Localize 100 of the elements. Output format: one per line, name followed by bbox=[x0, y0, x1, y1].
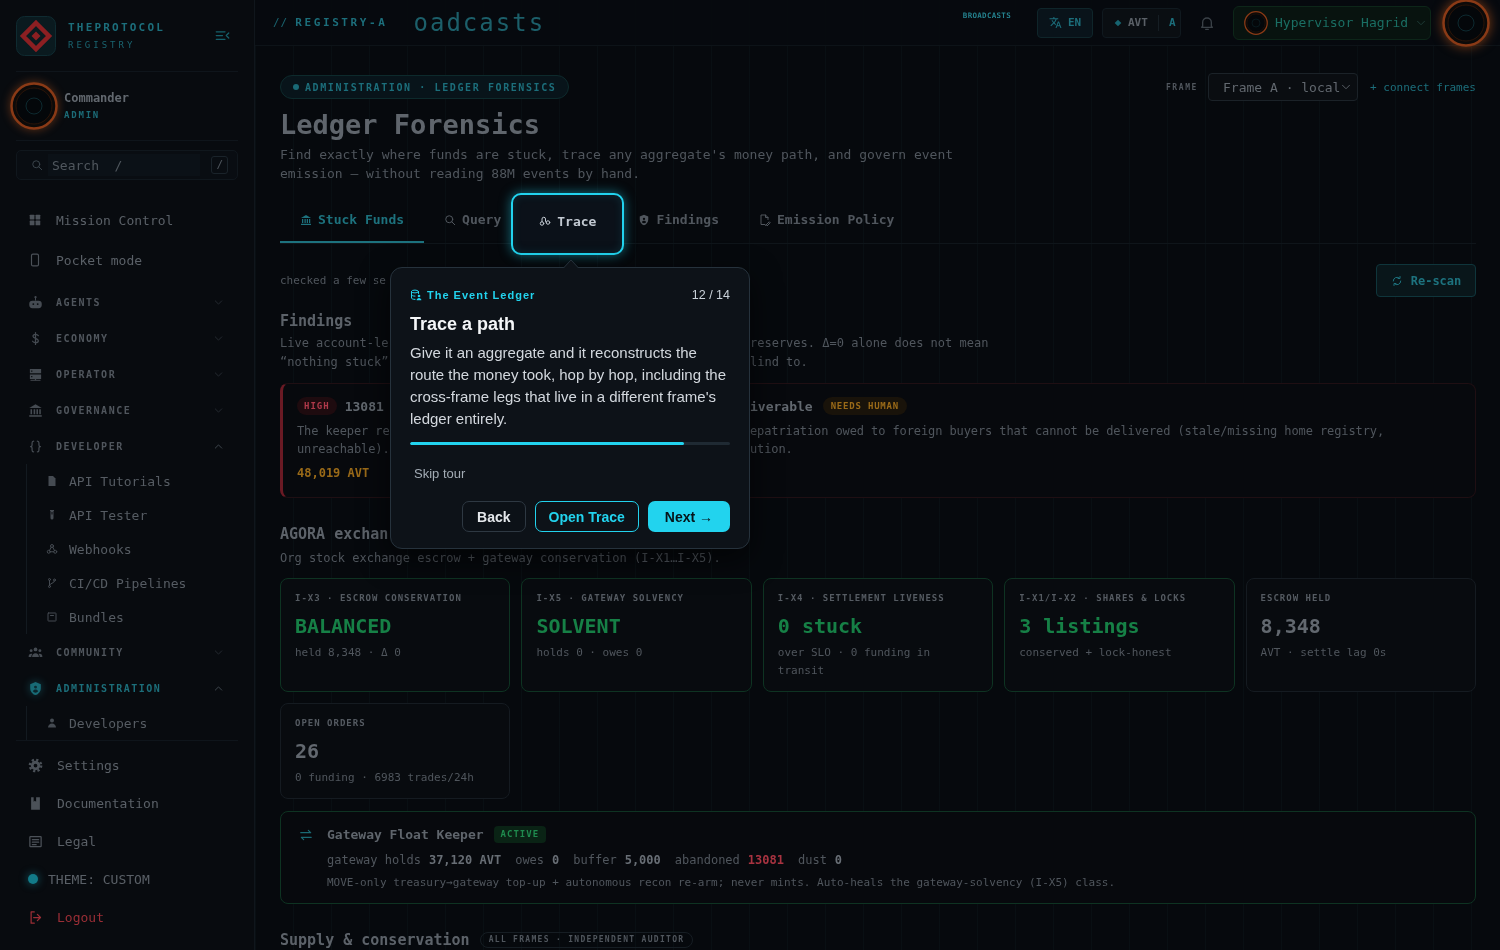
nav-item[interactable]: API Tutorials bbox=[27, 464, 238, 498]
avatar[interactable] bbox=[1442, 0, 1490, 47]
shield-icon bbox=[638, 213, 651, 226]
stat-detail: holds 0 · owes 0 bbox=[536, 645, 644, 661]
nav-item[interactable]: Bundles bbox=[27, 600, 238, 634]
nodes-icon bbox=[539, 215, 552, 227]
next-button[interactable]: Next → bbox=[647, 501, 730, 532]
nav-item[interactable]: CI/CD Pipelines bbox=[27, 566, 238, 600]
broadcast-ticker: oadcasts bbox=[413, 7, 546, 38]
stat-value: 8,348 bbox=[1260, 613, 1322, 639]
tab[interactable]: Query bbox=[424, 198, 512, 243]
frame-select[interactable]: Frame A · local bbox=[1208, 73, 1359, 101]
stat-value: 0 stuck bbox=[777, 613, 864, 639]
skip-tour-link[interactable]: Skip tour bbox=[410, 465, 466, 483]
search-icon bbox=[31, 159, 43, 171]
severity-tag: HIGH bbox=[297, 397, 337, 415]
bank-icon bbox=[28, 402, 43, 418]
keeper-stat-label: dust bbox=[797, 853, 827, 867]
box-icon bbox=[46, 611, 58, 623]
open-trace-button[interactable]: Open Trace bbox=[534, 501, 639, 532]
section-title: Findings bbox=[280, 311, 353, 331]
document-icon bbox=[28, 833, 43, 849]
shortcut-key: / bbox=[211, 156, 228, 174]
nav-item[interactable]: Pocket mode bbox=[16, 240, 238, 280]
tab[interactable]: Findings bbox=[624, 198, 739, 243]
nav-group[interactable]: COMMUNITY bbox=[16, 634, 238, 670]
finding-title: iverable bbox=[750, 398, 813, 414]
path-prefix: // bbox=[273, 16, 289, 29]
finding-title: 13081 bbox=[344, 398, 384, 414]
nav-group[interactable]: ECONOMY bbox=[16, 320, 238, 356]
keeper-stat-label: owes bbox=[515, 853, 545, 867]
nav-group[interactable]: DEVELOPER bbox=[16, 428, 238, 464]
page-title: Ledger Forensics bbox=[280, 109, 541, 141]
nav-group[interactable]: AGENTS bbox=[16, 284, 238, 320]
status-tag: ACTIVE bbox=[493, 825, 547, 843]
nav-group[interactable]: GOVERNANCE bbox=[16, 392, 238, 428]
nav-item[interactable]: Settings bbox=[16, 746, 238, 784]
page-subtitle: Find exactly where funds are stuck, trace any aggregate's money path, and govern event emission — without reading 88M events by hand. bbox=[280, 146, 955, 183]
keeper-stat-value: 5,000 bbox=[624, 853, 661, 867]
back-button[interactable]: Back bbox=[462, 501, 526, 532]
collapse-sidebar-icon[interactable] bbox=[215, 28, 230, 43]
finding-text: epatriation owed to foreign buyers that cannot be delivered (stale/missing home registry, bbox=[750, 423, 1386, 440]
connect-frames-link[interactable]: + connect frames bbox=[1370, 80, 1476, 94]
nav-item[interactable]: Developers bbox=[27, 706, 238, 740]
file-pen-icon bbox=[759, 213, 771, 226]
stat-label: I-X1/I-X2 · SHARES & LOCKS bbox=[1019, 592, 1188, 604]
stat-detail: AVT · settle lag 0s bbox=[1260, 645, 1388, 661]
book-icon bbox=[28, 795, 43, 811]
rescan-button[interactable]: Re-scan bbox=[1376, 264, 1476, 297]
gear-icon bbox=[28, 757, 43, 773]
logout-link[interactable]: Logout bbox=[16, 898, 238, 936]
avatar[interactable] bbox=[10, 82, 58, 130]
nav-group[interactable]: ADMINISTRATION bbox=[16, 670, 238, 706]
frame-label: FRAME bbox=[1165, 82, 1199, 92]
keeper-title: Gateway Float Keeper bbox=[327, 826, 484, 842]
logo-icon[interactable] bbox=[16, 15, 56, 56]
section-description: lind to. bbox=[750, 354, 809, 371]
user-role: ADMIN bbox=[64, 109, 102, 121]
bell-icon[interactable] bbox=[1199, 14, 1215, 31]
logout-icon bbox=[28, 909, 43, 925]
nav-item[interactable]: Documentation bbox=[16, 784, 238, 822]
nav-item[interactable]: Legal bbox=[16, 822, 238, 860]
robot-icon bbox=[28, 294, 43, 310]
nav-group[interactable]: OPERATOR bbox=[16, 356, 238, 392]
currency-selector[interactable]: AVT A bbox=[1102, 7, 1181, 38]
language-button[interactable]: EN bbox=[1037, 7, 1093, 38]
brand-subtitle: REGISTRY bbox=[68, 38, 137, 51]
diamond-icon bbox=[1114, 18, 1122, 27]
theme-switch[interactable]: THEME: CUSTOM bbox=[16, 860, 238, 898]
file-icon bbox=[46, 475, 58, 487]
database-icon bbox=[410, 289, 422, 301]
keeper-stat-value: 0 bbox=[834, 853, 843, 867]
shield-icon bbox=[28, 680, 43, 696]
braces-icon bbox=[28, 438, 43, 454]
tour-body: Give it an aggregate and it reconstructs the route the money took, hop by hop, including the cross-frame legs that live in a different frame's ledger entirely. bbox=[410, 343, 728, 429]
stat-detail: conserved + lock-honest bbox=[1019, 645, 1173, 661]
search-field[interactable]: Search / / bbox=[16, 150, 238, 180]
tab[interactable]: Emission Policy bbox=[739, 198, 915, 243]
section-description: reserves. Δ=0 alone does not mean bbox=[750, 335, 990, 352]
search-icon bbox=[444, 213, 457, 226]
stat-detail: over SLO · 0 funding in transit bbox=[777, 645, 932, 679]
user-menu[interactable]: Hypervisor Hagrid bbox=[1233, 5, 1431, 40]
tour-section-title: The Event Ledger bbox=[427, 289, 536, 301]
nav-item[interactable]: Webhooks bbox=[27, 532, 238, 566]
status-dot-icon bbox=[293, 84, 299, 90]
nav-item[interactable]: Mission Control bbox=[16, 200, 238, 240]
keeper-stat-value: 37,120 AVT bbox=[428, 853, 502, 867]
finding-amount: 48,019 AVT bbox=[297, 465, 370, 482]
stat-label: ESCROW HELD bbox=[1260, 592, 1333, 604]
tab[interactable]: Stuck Funds bbox=[280, 198, 425, 243]
tab[interactable]: Trace bbox=[511, 193, 625, 255]
stat-detail: held 8,348 · Δ 0 bbox=[295, 645, 402, 661]
stat-label: I-X3 · ESCROW CONSERVATION bbox=[295, 592, 463, 604]
bank-icon bbox=[300, 213, 312, 226]
tour-step-counter: 12 / 14 bbox=[691, 288, 730, 302]
nav-item[interactable]: API Tester bbox=[27, 498, 238, 532]
section-description: Org stock exchange escrow + gateway conservation (I-X1…I-X5). bbox=[280, 550, 721, 566]
stat-detail: 0 funding · 6983 trades/24h bbox=[295, 770, 475, 786]
stat-value: 3 listings bbox=[1019, 613, 1141, 639]
stat-value: 26 bbox=[295, 738, 321, 764]
